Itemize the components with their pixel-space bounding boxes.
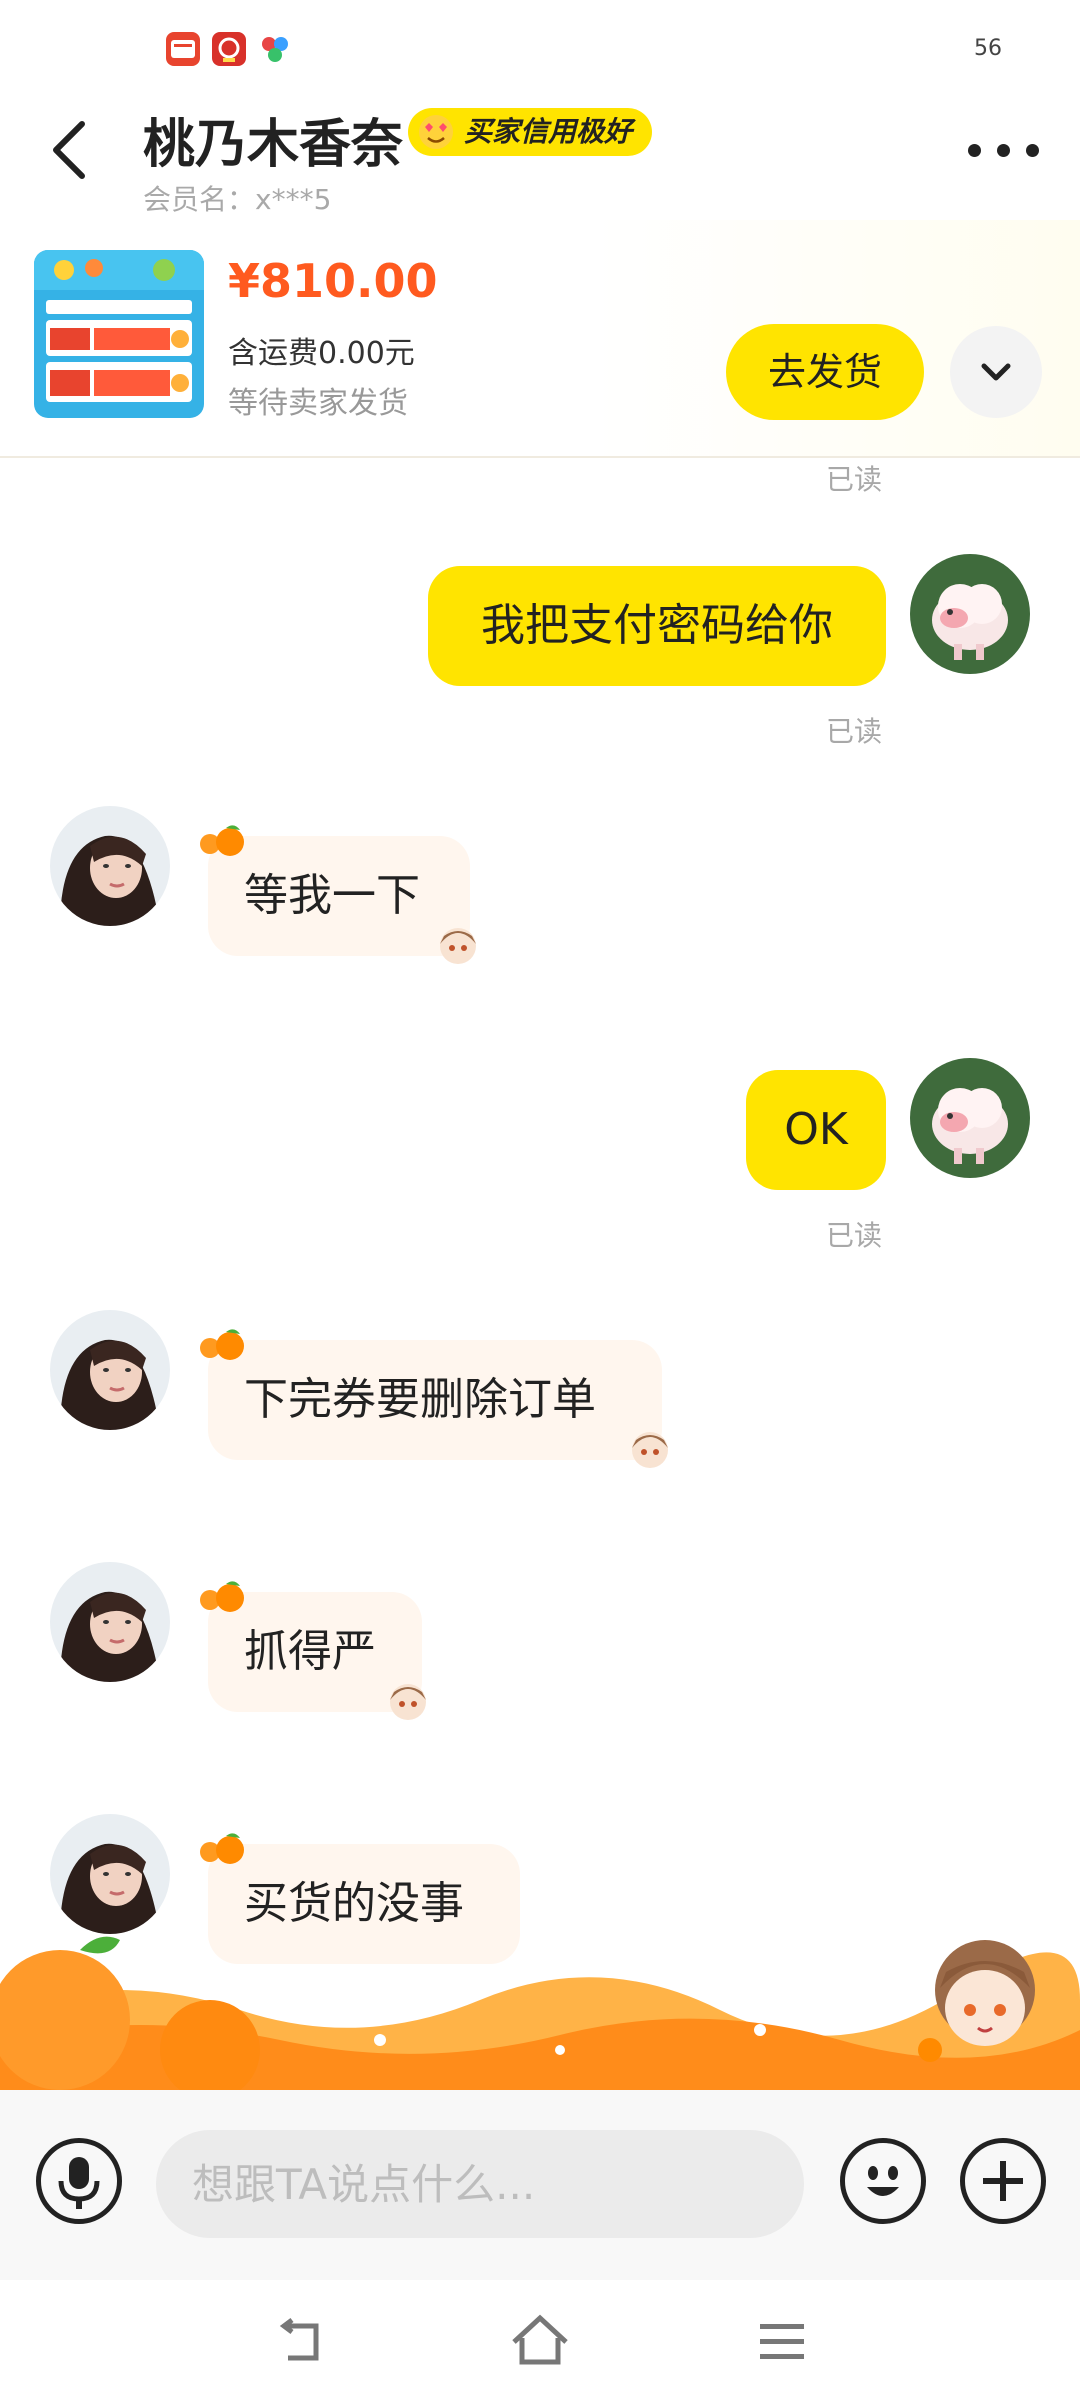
ship-button[interactable]: 去发货: [726, 324, 924, 420]
orange-decoration-band: [0, 1930, 1080, 2090]
message-text: 买货的没事: [244, 1878, 464, 1929]
more-button[interactable]: [966, 130, 1042, 170]
back-nav-icon[interactable]: [270, 2312, 330, 2372]
chibi-sticker-icon: [390, 1684, 426, 1720]
plus-icon: [983, 2161, 1023, 2201]
message-bubble-self[interactable]: OK: [746, 1070, 886, 1190]
dot-icon: [1026, 144, 1039, 157]
orange-sticker-icon: [200, 1581, 244, 1612]
chevron-left-icon: [53, 121, 85, 179]
credit-badge-label: 买家信用极好: [464, 115, 633, 148]
app-icon-3: [258, 32, 292, 66]
message-text: 下完券要删除订单: [244, 1374, 596, 1425]
microphone-icon: [58, 2157, 100, 2209]
message-bubble-other[interactable]: 下完券要删除订单: [208, 1340, 662, 1460]
status-bar: 56: [0, 0, 1080, 90]
orange-sticker-icon: [200, 825, 244, 856]
self-avatar[interactable]: [910, 1058, 1030, 1178]
chibi-sticker-icon: [632, 1432, 668, 1468]
contact-avatar[interactable]: [50, 1814, 170, 1934]
chat-area: 已读 我把支付密码给你 已读 等我一下 OK 已读 下完券要删除订单 抓得严 买…: [0, 458, 1080, 1964]
contact-avatar[interactable]: [50, 1310, 170, 1430]
message-text: 我把支付密码给你: [481, 600, 833, 651]
more-actions-button[interactable]: [960, 2138, 1046, 2224]
contact-avatar[interactable]: [50, 806, 170, 926]
back-button[interactable]: [44, 110, 100, 190]
chat-header: 桃乃木香奈 买家信用极好 会员名：x***5: [0, 90, 1080, 220]
chevron-down-icon: [981, 363, 1011, 381]
credit-badge[interactable]: 买家信用极好: [408, 108, 653, 156]
message-bubble-self[interactable]: 我把支付密码给你: [428, 566, 886, 686]
read-status: 已读: [826, 1219, 883, 1252]
chibi-sticker-icon: [440, 928, 476, 964]
heart-eyes-emoji-icon: [419, 115, 453, 149]
orange-sticker-icon: [200, 1329, 244, 1360]
voice-button[interactable]: [36, 2138, 122, 2224]
menu-nav-icon[interactable]: [752, 2312, 812, 2372]
order-status: 等待卖家发货: [228, 386, 408, 421]
order-shipping: 含运费0.00元: [228, 336, 415, 371]
home-nav-icon[interactable]: [508, 2310, 572, 2370]
self-avatar[interactable]: [910, 554, 1030, 674]
emoji-button[interactable]: [840, 2138, 926, 2224]
contact-avatar[interactable]: [50, 1562, 170, 1682]
expand-button[interactable]: [950, 326, 1042, 418]
order-card[interactable]: ¥810.00 含运费0.00元 等待卖家发货 去发货: [0, 220, 1080, 458]
smiley-icon: [867, 2166, 899, 2196]
order-price: ¥810.00: [228, 254, 438, 308]
message-text: 等我一下: [244, 870, 420, 921]
app-icon-1: [166, 32, 200, 66]
read-status: 已读: [826, 715, 883, 748]
read-status: 已读: [826, 463, 883, 496]
status-value: 56: [974, 36, 1002, 61]
message-input[interactable]: [156, 2130, 804, 2238]
dot-icon: [968, 144, 981, 157]
app-icon-2: [212, 32, 246, 66]
dot-icon: [997, 144, 1010, 157]
orange-sticker-icon: [200, 1833, 244, 1864]
contact-name[interactable]: 桃乃木香奈: [143, 102, 403, 177]
system-nav-bar: [0, 2280, 1080, 2400]
message-text: OK: [784, 1104, 848, 1155]
input-bar: [0, 2090, 1080, 2280]
message-text: 抓得严: [244, 1626, 376, 1677]
member-label: 会员名：x***5: [143, 183, 332, 216]
order-product-image[interactable]: [34, 250, 204, 418]
